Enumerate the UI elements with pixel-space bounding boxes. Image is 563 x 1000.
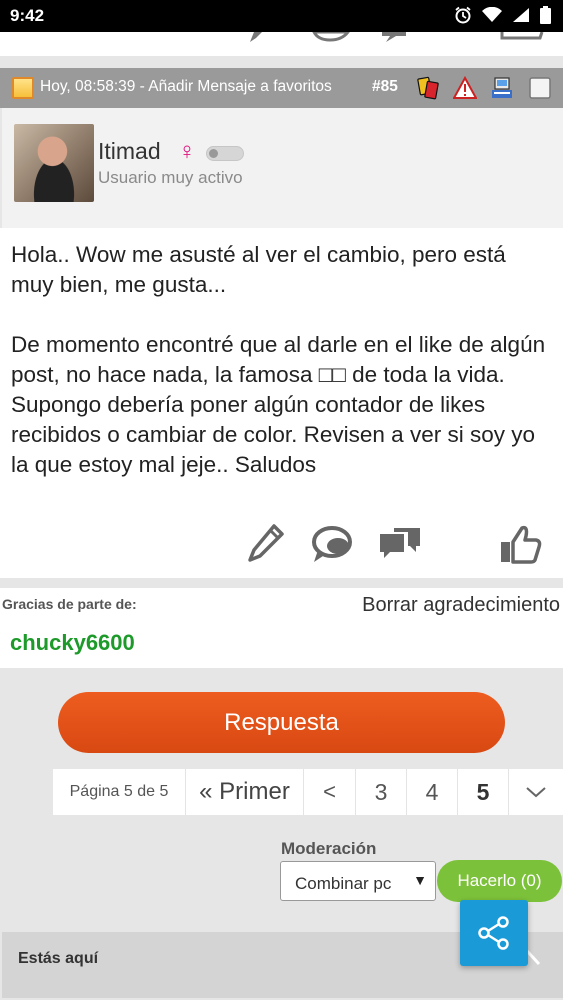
reply-button[interactable]: Respuesta — [58, 692, 505, 753]
signal-icon — [513, 8, 529, 22]
page-info: Página 5 de 5 — [53, 769, 186, 815]
more-pages-button[interactable] — [509, 769, 563, 815]
page-link-4[interactable]: 4 — [407, 769, 458, 815]
quote-bubbles-icon[interactable] — [380, 32, 410, 42]
moderation-selected-value: Combinar pc — [295, 874, 392, 893]
alarm-icon — [455, 6, 471, 24]
post-header: Hoy, 08:58:39 - Añadir Mensaje a favorit… — [0, 68, 563, 108]
edit-pencil-icon[interactable] — [250, 32, 270, 42]
online-status-toggle-icon — [206, 146, 244, 161]
user-title: Usuario muy activo — [98, 168, 243, 187]
moderation-select[interactable]: Combinar pc ▼ — [280, 861, 436, 901]
post-date: Hoy, 08:58:39 — [40, 78, 136, 95]
share-icon — [478, 916, 509, 950]
prev-page-link[interactable]: < — [304, 769, 356, 815]
previous-post-actions — [0, 32, 563, 56]
quote-bubbles-icon[interactable] — [378, 522, 422, 566]
wifi-icon — [482, 7, 502, 22]
breadcrumb-label: Estás aquí — [18, 950, 99, 967]
dropdown-arrow-icon: ▼ — [413, 872, 427, 888]
user-info: Itimad ♀ Usuario muy activo — [2, 108, 563, 228]
moderation-submit-button[interactable]: Hacerlo (0) — [437, 860, 562, 902]
thumbs-up-icon[interactable] — [498, 522, 542, 566]
post-meta: Hoy, 08:58:39 - Añadir Mensaje a favorit… — [40, 78, 332, 96]
avatar[interactable] — [14, 124, 94, 202]
female-gender-icon: ♀ — [178, 138, 196, 165]
thanks-section: Gracias de parte de: Borrar agradecimien… — [0, 588, 563, 668]
battery-icon — [540, 6, 551, 24]
status-time: 9:42 — [10, 6, 45, 25]
add-favorite-link[interactable]: Añadir Mensaje a favoritos — [148, 78, 332, 95]
edit-pencil-icon[interactable] — [244, 522, 288, 566]
status-bar: 9:42 — [0, 0, 563, 32]
page-link-3[interactable]: 3 — [356, 769, 407, 815]
thanks-user-link[interactable]: chucky6600 — [10, 630, 135, 656]
post-meta-separator: - — [135, 78, 149, 95]
warning-icon[interactable] — [453, 76, 477, 100]
pagination: Página 5 de 5 « Primer < 3 4 5 — [53, 769, 563, 815]
remove-thanks-link[interactable]: Borrar agradecimiento — [362, 594, 560, 617]
computer-icon[interactable] — [490, 76, 514, 100]
post-doc-icon — [12, 77, 34, 99]
thumbs-up-icon[interactable] — [500, 32, 544, 42]
current-page[interactable]: 5 — [458, 769, 509, 815]
username[interactable]: Itimad — [98, 138, 161, 165]
chevron-down-icon — [526, 787, 546, 798]
post-number[interactable]: #85 — [372, 78, 398, 96]
post-message: Hola.. Wow me asusté al ver el cambio, p… — [0, 228, 563, 578]
first-page-link[interactable]: « Primer — [186, 769, 304, 815]
yellow-card-icon[interactable] — [416, 76, 440, 100]
checkbox-icon[interactable] — [528, 76, 552, 100]
thanks-label: Gracias de parte de: — [2, 596, 137, 612]
comment-bubble-icon[interactable] — [310, 522, 354, 566]
moderation-label: Moderación — [281, 839, 377, 858]
comment-bubble-icon[interactable] — [312, 32, 352, 42]
message-text: Hola.. Wow me asusté al ver el cambio, p… — [11, 242, 546, 477]
share-button[interactable] — [460, 900, 528, 966]
